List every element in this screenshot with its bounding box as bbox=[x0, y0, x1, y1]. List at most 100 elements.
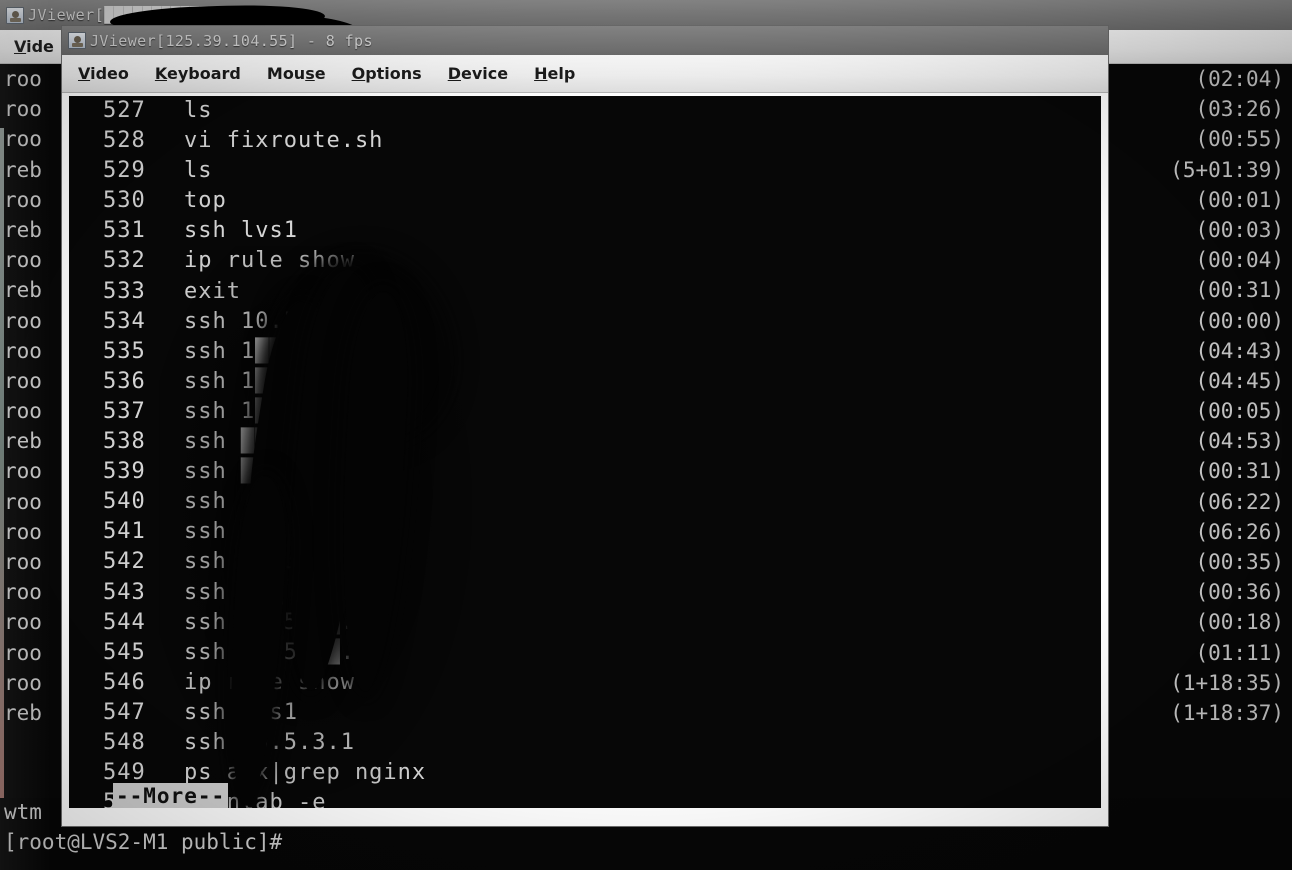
history-row: 542 ssh 1█ 5.5.30 bbox=[69, 547, 1101, 577]
history-command: ssh lvs1 bbox=[184, 699, 298, 725]
last-output-user: roo bbox=[4, 248, 42, 273]
last-output-duration: (04:43) bbox=[1195, 338, 1284, 363]
last-output-user: roo bbox=[4, 519, 42, 544]
history-number: 542 bbox=[103, 549, 146, 575]
last-output-user: reb bbox=[4, 700, 42, 725]
menu-item-options[interactable]: Options bbox=[352, 64, 422, 83]
last-output-user: roo bbox=[4, 459, 42, 484]
history-row: 544 ssh 10.5.3█.1 bbox=[69, 608, 1101, 638]
last-output-user: reb bbox=[4, 429, 42, 454]
history-row: 527 ls bbox=[69, 96, 1101, 126]
last-output-duration: (00:00) bbox=[1195, 308, 1284, 333]
history-command: ls bbox=[184, 98, 213, 123]
last-output-duration: (1+18:37) bbox=[1170, 700, 1284, 725]
history-number: 544 bbox=[103, 609, 146, 635]
history-row: 537 ssh 1█. 4.100 bbox=[69, 397, 1101, 427]
last-output-duration: (00:18) bbox=[1195, 610, 1284, 635]
history-number: 538 bbox=[103, 429, 146, 455]
last-output-user: reb bbox=[4, 217, 42, 242]
pager-more-prompt[interactable]: --More-- bbox=[113, 783, 229, 808]
history-command: ls bbox=[184, 158, 213, 184]
history-row: 543 ssh 1██ 30.1 bbox=[69, 578, 1101, 608]
last-output-duration: (01:11) bbox=[1195, 640, 1284, 665]
kvm-console-screen[interactable]: 527 ls 528 vi fixroute.sh 529 ls 530 top 531 ssh … bbox=[69, 96, 1101, 808]
last-output-duration: (00:04) bbox=[1195, 248, 1284, 273]
history-row: 528 vi fixroute.sh bbox=[69, 126, 1101, 156]
history-number: 546 bbox=[103, 669, 146, 695]
history-command: ssh 1█ 5.5.30 bbox=[184, 549, 370, 575]
last-output-duration: (06:22) bbox=[1195, 489, 1284, 514]
history-command: ssh 3.5.30 bbox=[184, 519, 370, 545]
last-output-user: roo bbox=[4, 580, 42, 605]
history-row: 530 top bbox=[69, 186, 1101, 216]
history-number: 530 bbox=[103, 188, 146, 214]
history-number: 529 bbox=[103, 158, 146, 184]
last-output-duration: (04:45) bbox=[1195, 368, 1284, 393]
history-number: 534 bbox=[103, 308, 146, 334]
last-output-user: roo bbox=[4, 550, 42, 574]
history-row: 538 ssh ██ .100 bbox=[69, 427, 1101, 457]
menu-item-help[interactable]: Help bbox=[534, 64, 575, 83]
wtmp-line: wtm bbox=[4, 800, 42, 824]
history-row: 535 ssh 1██.3.2 bbox=[69, 337, 1101, 367]
history-row: 532 ip rule show bbox=[69, 246, 1101, 276]
history-row: 529 ls bbox=[69, 156, 1101, 186]
last-output-user: reb bbox=[4, 278, 42, 303]
last-output-duration: (02:04) bbox=[1195, 67, 1284, 91]
last-output-user: roo bbox=[4, 640, 42, 665]
history-command: ssh 10.5.3.1 bbox=[184, 308, 355, 334]
history-row: 534 ssh 10.5.3.1 bbox=[69, 307, 1101, 337]
history-command: ip rule show bbox=[184, 669, 355, 695]
history-number: 548 bbox=[103, 729, 146, 755]
foreground-window-title: JViewer[125.39.104.55] - 8 fps bbox=[90, 31, 373, 50]
last-output-duration: (04:53) bbox=[1195, 429, 1284, 454]
last-output-user: roo bbox=[4, 368, 42, 393]
history-command: ssh 1█. 4.100 bbox=[184, 398, 384, 424]
history-number: 547 bbox=[103, 699, 146, 725]
last-output-duration: (00:55) bbox=[1195, 127, 1284, 152]
history-row: 533 exit bbox=[69, 277, 1101, 307]
foreground-window-menubar[interactable]: Video Keyboard Mouse Options Device Help bbox=[62, 55, 1108, 93]
history-command: ssh █.2 4.100 bbox=[184, 459, 370, 485]
bash-history-list: 527 ls 528 vi fixroute.sh 529 ls 530 top 531 ssh … bbox=[69, 96, 1101, 808]
menu-item-keyboard[interactable]: Keyboard bbox=[155, 64, 241, 83]
history-row: 548 ssh 10.5.3.1 bbox=[69, 728, 1101, 758]
last-output-user: reb bbox=[4, 157, 42, 182]
last-output-user: roo bbox=[4, 187, 42, 212]
last-output-duration: (00:31) bbox=[1195, 278, 1284, 303]
menu-item-video[interactable]: Video bbox=[78, 64, 129, 83]
last-output-user: roo bbox=[4, 399, 42, 424]
foreground-jviewer-window[interactable]: JViewer[125.39.104.55] - 8 fps Video Keyb… bbox=[62, 26, 1108, 826]
last-output-duration: (00:05) bbox=[1195, 399, 1284, 424]
history-row: 536 ssh 1██ .4.100 bbox=[69, 367, 1101, 397]
last-output-user: roo bbox=[4, 489, 42, 514]
history-number: 543 bbox=[103, 579, 146, 605]
last-output-user: roo bbox=[4, 127, 42, 152]
history-command: ssh ██ .100 bbox=[184, 429, 341, 455]
last-output-user: roo bbox=[4, 308, 42, 333]
history-command: exit bbox=[184, 278, 241, 304]
history-number: 533 bbox=[103, 278, 146, 304]
shell-prompt: [root@LVS2-M1 public]# bbox=[4, 830, 283, 854]
last-output-duration: (03:26) bbox=[1195, 97, 1284, 122]
last-output-duration: (1+18:35) bbox=[1170, 670, 1284, 695]
last-output-user: roo bbox=[4, 338, 42, 363]
history-command: ssh .3 .100 bbox=[184, 489, 370, 515]
foreground-terminal-panel: 527 ls 528 vi fixroute.sh 529 ls 530 top 531 ssh … bbox=[62, 93, 1108, 826]
history-row: 541 ssh 3.5.30 bbox=[69, 517, 1101, 547]
history-number: 535 bbox=[103, 338, 146, 364]
history-command: ssh lvs1 bbox=[184, 218, 298, 244]
history-command: ssh 1██.3.2 bbox=[184, 338, 341, 364]
history-number: 541 bbox=[103, 519, 146, 545]
history-command: ip rule show bbox=[184, 248, 355, 274]
app-icon bbox=[68, 32, 86, 49]
foreground-window-titlebar[interactable]: JViewer[125.39.104.55] - 8 fps bbox=[62, 26, 1108, 55]
history-command: ssh 10.5.3.1 bbox=[184, 729, 355, 755]
history-number: 532 bbox=[103, 248, 146, 274]
menu-item-mouse[interactable]: Mouse bbox=[267, 64, 326, 83]
menu-item-device[interactable]: Device bbox=[448, 64, 508, 83]
history-row: 540 ssh .3 .100 bbox=[69, 487, 1101, 517]
last-output-duration: (00:01) bbox=[1195, 187, 1284, 212]
background-menu-video[interactable]: Vide bbox=[14, 37, 54, 56]
history-command: top bbox=[184, 188, 227, 214]
